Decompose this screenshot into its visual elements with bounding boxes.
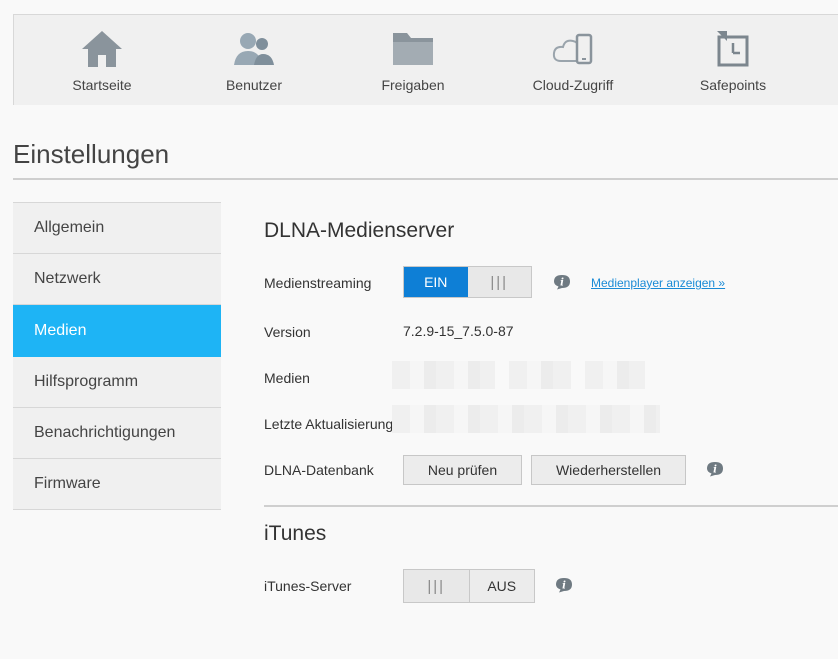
info-icon[interactable]: i (555, 577, 573, 593)
blurred-media-value (509, 361, 571, 389)
media-streaming-toggle[interactable]: EIN ||| (403, 266, 532, 298)
page-title: Einstellungen (13, 139, 170, 169)
last-update-label: Letzte Aktualisierung (264, 416, 394, 432)
menu-item-medien[interactable]: Medien (13, 305, 221, 357)
svg-text:i: i (560, 278, 564, 289)
nav-label-cloud-zugriff: Cloud-Zugriff (532, 77, 614, 93)
nav-item-cloud-zugriff[interactable]: Cloud-Zugriff (493, 15, 653, 106)
blurred-media-value (585, 361, 645, 389)
nav-label-safepoints: Safepoints (699, 77, 767, 93)
svg-text:i: i (713, 465, 717, 476)
svg-text:i: i (562, 581, 566, 592)
itunes-server-label: iTunes-Server (264, 578, 352, 594)
menu-item-benachrichtigungen[interactable]: Benachrichtigungen (13, 408, 221, 459)
nav-label-freigaben: Freigaben (381, 77, 445, 93)
info-icon[interactable]: i (706, 461, 724, 477)
nav-label-startseite: Startseite (72, 77, 132, 93)
media-player-link[interactable]: Medienplayer anzeigen » (591, 276, 725, 290)
toggle-on-segment[interactable]: EIN (404, 267, 468, 297)
section-divider (264, 505, 838, 507)
menu-item-netzwerk[interactable]: Netzwerk (13, 254, 221, 305)
nav-item-benutzer[interactable]: Benutzer (174, 15, 334, 106)
info-icon[interactable]: i (553, 274, 571, 290)
nav-item-startseite[interactable]: Startseite (22, 15, 182, 106)
toggle-off-segment[interactable]: AUS (469, 570, 534, 602)
settings-menu: Allgemein Netzwerk Medien Hilfsprogramm … (13, 202, 221, 510)
title-divider (13, 178, 838, 180)
safepoint-icon (717, 31, 749, 67)
dlna-section-title: DLNA-Medienserver (264, 219, 455, 242)
dlna-database-label: DLNA-Datenbank (264, 462, 374, 478)
folder-icon (393, 33, 433, 65)
media-label: Medien (264, 370, 310, 386)
blurred-last-update-value (392, 405, 660, 433)
version-label: Version (264, 324, 311, 340)
toggle-grip[interactable]: ||| (404, 570, 469, 602)
nav-item-freigaben[interactable]: Freigaben (333, 15, 493, 106)
menu-item-allgemein[interactable]: Allgemein (13, 203, 221, 254)
nav-label-benutzer: Benutzer (225, 77, 283, 93)
menu-item-hilfsprogramm[interactable]: Hilfsprogramm (13, 357, 221, 408)
menu-item-firmware[interactable]: Firmware (13, 459, 221, 510)
itunes-server-toggle[interactable]: ||| AUS (403, 569, 535, 603)
cloud-phone-icon (552, 33, 593, 65)
top-navigation: Startseite Benutzer Freigaben Cloud-Zugr… (13, 14, 838, 105)
nav-item-safepoints[interactable]: Safepoints (653, 15, 813, 106)
toggle-grip[interactable]: ||| (467, 267, 531, 297)
version-value: 7.2.9-15_7.5.0-87 (403, 323, 514, 339)
restore-button[interactable]: Wiederherstellen (531, 455, 686, 485)
media-streaming-label: Medienstreaming (264, 275, 372, 291)
home-icon (82, 31, 122, 67)
blurred-media-value (392, 361, 495, 389)
itunes-section-title: iTunes (264, 522, 327, 545)
users-icon (234, 33, 274, 65)
rescan-button[interactable]: Neu prüfen (403, 455, 522, 485)
